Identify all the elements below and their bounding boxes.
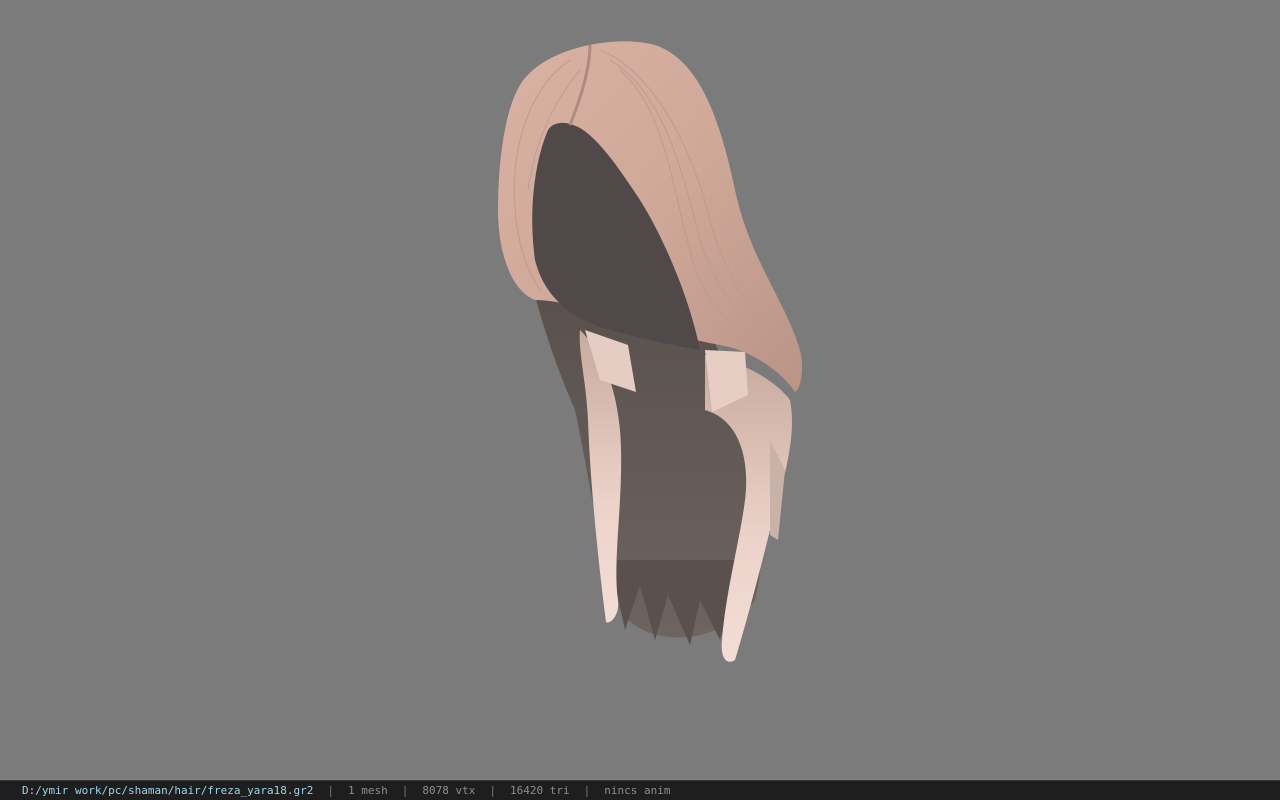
vertex-count: 8078 vtx	[422, 784, 476, 797]
separator: |	[489, 784, 497, 797]
mesh-count: 1 mesh	[348, 784, 388, 797]
hair-mesh-model[interactable]	[0, 0, 1280, 780]
separator: |	[327, 784, 335, 797]
triangle-count: 16420 tri	[510, 784, 570, 797]
status-bar: D:/ymir work/pc/shaman/hair/freza_yara18…	[0, 780, 1280, 800]
animation-status: nincs anim	[604, 784, 671, 797]
3d-viewport[interactable]	[0, 0, 1280, 780]
separator: |	[583, 784, 591, 797]
file-path: D:/ymir work/pc/shaman/hair/freza_yara18…	[22, 784, 314, 797]
separator: |	[401, 784, 409, 797]
